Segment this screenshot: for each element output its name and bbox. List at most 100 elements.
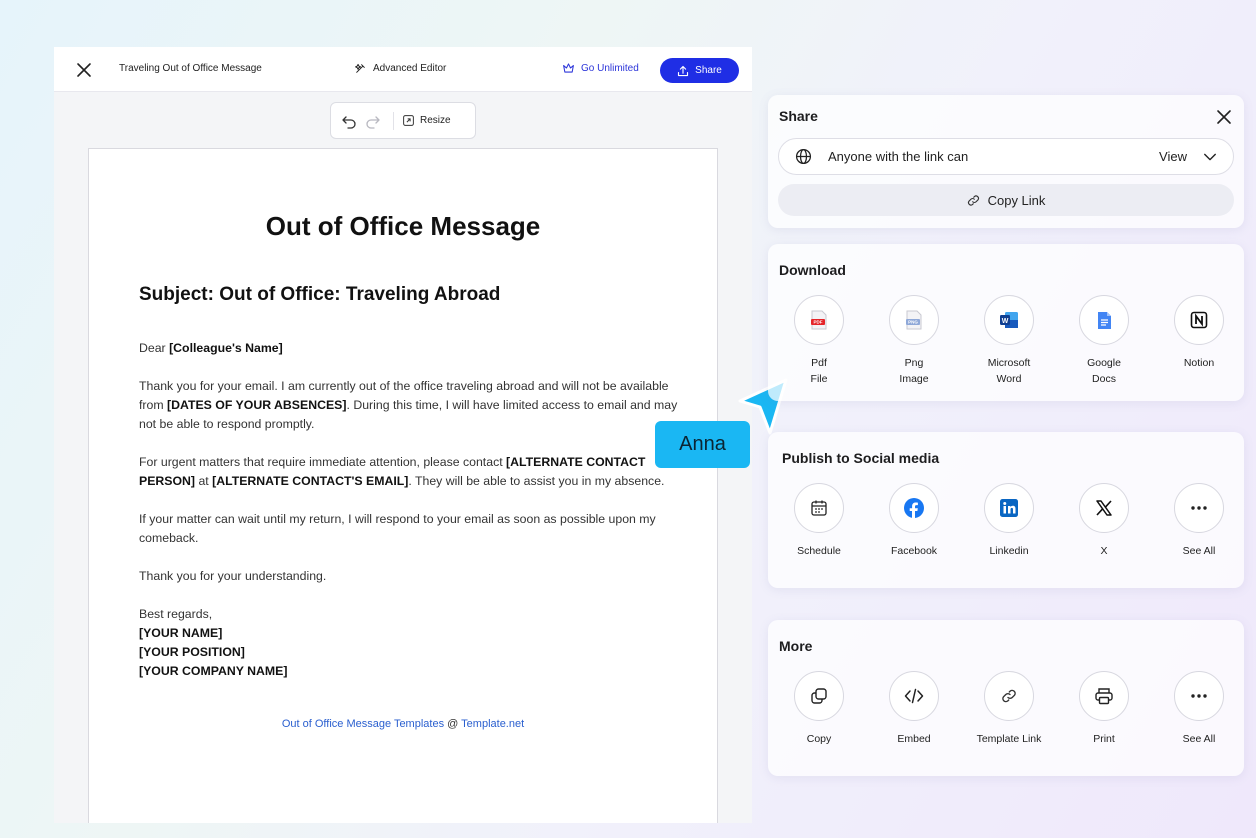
option-label: Pdf File: [810, 357, 828, 385]
download-panel: Download PDF Pdf File PNG Png Image W Micr…: [768, 244, 1244, 401]
more-embed-option[interactable]: Embed: [869, 671, 959, 747]
share-panel-title: Share: [779, 108, 818, 124]
option-circle: [1174, 295, 1224, 345]
resize-label: Resize: [420, 115, 451, 126]
toolbar-divider: [393, 111, 394, 130]
svg-text:PDF: PDF: [814, 320, 823, 325]
download-pdf-option[interactable]: PDF Pdf File: [774, 295, 864, 387]
option-circle: [1174, 483, 1224, 533]
signature-position: [YOUR POSITION]: [139, 645, 245, 659]
paragraph-2: For urgent matters that require immediat…: [139, 455, 665, 488]
more-see-all-option[interactable]: See All: [1154, 671, 1244, 747]
more-panel: More Copy Embed Template Link Print See …: [768, 620, 1244, 776]
option-label: Copy: [806, 733, 832, 745]
notion-icon: [1190, 311, 1208, 329]
document-page[interactable]: Out of Office Message Subject: Out of Of…: [88, 148, 718, 823]
option-label: X: [1100, 545, 1108, 557]
option-circle: [1079, 671, 1129, 721]
option-circle: [984, 483, 1034, 533]
download-panel-title: Download: [779, 262, 846, 278]
option-label: Print: [1093, 733, 1115, 745]
more-panel-title: More: [779, 638, 813, 654]
share-panel: Share Anyone with the link can View Copy…: [768, 95, 1244, 228]
download-google-docs-option[interactable]: Google Docs: [1059, 295, 1149, 387]
option-label: Google Docs: [1087, 357, 1121, 385]
option-circle: PDF: [794, 295, 844, 345]
globe-icon: [795, 148, 812, 165]
resize-button[interactable]: Resize: [402, 114, 451, 127]
footer-site-link[interactable]: Template.net: [461, 718, 524, 730]
download-png-option[interactable]: PNG Png Image: [869, 295, 959, 387]
editor-window: Traveling Out of Office Message Advanced…: [54, 47, 752, 823]
option-circle: [889, 483, 939, 533]
link-permission-select[interactable]: Anyone with the link can View: [778, 138, 1234, 175]
social-schedule-option[interactable]: Schedule: [774, 483, 864, 559]
option-circle: [889, 671, 939, 721]
option-label: Template Link: [976, 733, 1042, 745]
copy-link-button[interactable]: Copy Link: [778, 184, 1234, 216]
close-icon[interactable]: [1216, 109, 1232, 125]
svg-text:W: W: [1002, 318, 1009, 325]
download-word-option[interactable]: W Microsoft Word: [964, 295, 1054, 387]
link-scope-label: Anyone with the link can: [828, 149, 969, 164]
document-footer: Out of Office Message Templates @ Templa…: [281, 718, 525, 730]
option-label: Linkedin: [989, 545, 1029, 557]
document-title: Traveling Out of Office Message: [119, 63, 262, 74]
social-x-option[interactable]: X: [1059, 483, 1149, 559]
edit-toolbar: Resize: [330, 102, 476, 139]
option-circle: [794, 671, 844, 721]
social-facebook-option[interactable]: Facebook: [869, 483, 959, 559]
social-linkedin-option[interactable]: Linkedin: [964, 483, 1054, 559]
option-circle: W: [984, 295, 1034, 345]
microsoft-word-icon: W: [1000, 312, 1018, 328]
option-label: Notion: [1183, 357, 1215, 369]
more-print-option[interactable]: Print: [1059, 671, 1149, 747]
redo-icon[interactable]: [365, 113, 381, 129]
copy-link-label: Copy Link: [987, 192, 1046, 208]
printer-icon: [1095, 688, 1113, 705]
pdf-file-icon: PDF: [811, 310, 827, 330]
more-icon: [1191, 506, 1207, 510]
resize-icon: [403, 115, 414, 126]
more-copy-option[interactable]: Copy: [774, 671, 864, 747]
advanced-editor-button[interactable]: Advanced Editor: [354, 62, 446, 75]
share-button-label: Share: [695, 65, 722, 76]
option-label: Embed: [897, 733, 931, 745]
option-circle: PNG: [889, 295, 939, 345]
greeting: Dear [Colleague's Name]: [139, 341, 283, 355]
signature-name: [YOUR NAME]: [139, 626, 223, 640]
paragraph-1: Thank you for your email. I am currently…: [139, 379, 678, 431]
go-unlimited-button[interactable]: Go Unlimited: [562, 62, 639, 74]
magic-pen-icon: [355, 63, 365, 73]
svg-text:PNG: PNG: [908, 320, 918, 325]
signature-block: Best regards, [YOUR NAME] [YOUR POSITION…: [139, 605, 679, 681]
go-unlimited-label: Go Unlimited: [581, 62, 639, 74]
share-button[interactable]: Share: [660, 58, 739, 83]
option-circle: [984, 671, 1034, 721]
option-circle: [1174, 671, 1224, 721]
collaborator-label: Anna: [655, 421, 750, 468]
google-docs-icon: [1097, 311, 1111, 329]
option-label: See All: [1182, 545, 1216, 557]
document-subject: Subject: Out of Office: Traveling Abroad: [139, 284, 501, 305]
x-icon: [1096, 500, 1112, 516]
permission-value: View: [1159, 149, 1187, 164]
calendar-icon: [811, 500, 827, 516]
option-label: Schedule: [797, 545, 841, 557]
footer-templates-link[interactable]: Out of Office Message Templates: [282, 718, 444, 730]
png-image-icon: PNG: [906, 310, 922, 330]
undo-icon[interactable]: [341, 113, 357, 129]
closing: Best regards,: [139, 607, 213, 621]
crown-icon: [563, 63, 574, 73]
social-see-all-option[interactable]: See All: [1154, 483, 1244, 559]
close-icon[interactable]: [76, 62, 92, 78]
option-label: See All: [1182, 733, 1216, 745]
embed-icon: [904, 688, 924, 704]
social-panel-title: Publish to Social media: [782, 450, 940, 466]
link-icon: [967, 194, 979, 206]
document-heading: Out of Office Message: [265, 211, 541, 241]
advanced-editor-label: Advanced Editor: [373, 63, 447, 74]
download-notion-option[interactable]: Notion: [1154, 295, 1244, 387]
link-icon: [1002, 689, 1016, 703]
more-template-link-option[interactable]: Template Link: [964, 671, 1054, 747]
